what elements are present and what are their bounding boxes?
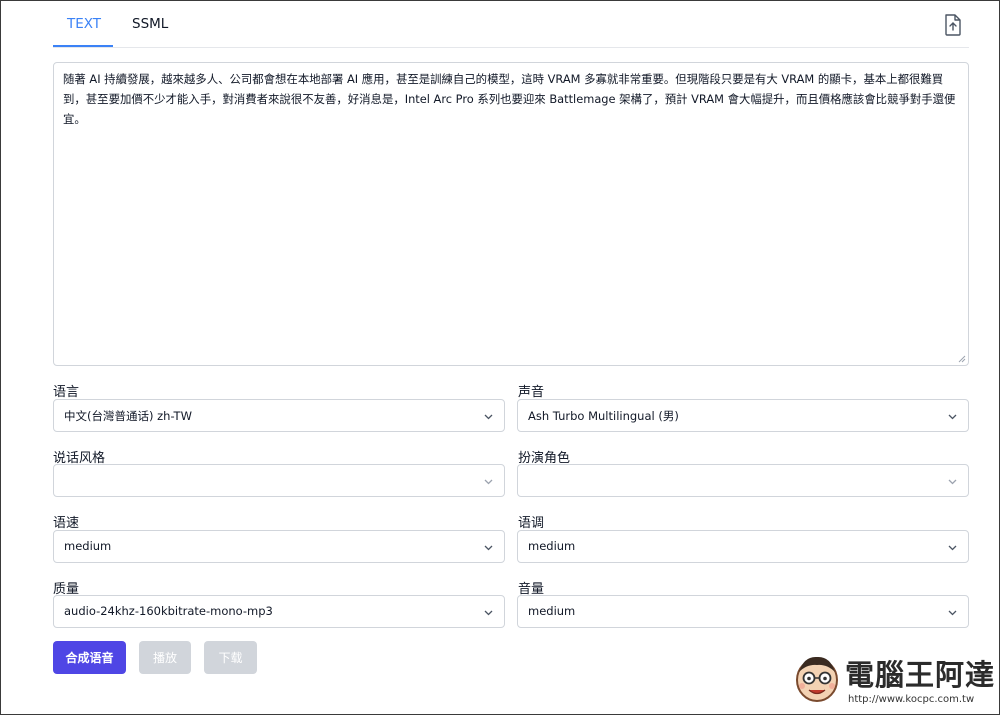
language-label: 语言 <box>53 385 80 400</box>
text-input-value: 随著 AI 持續發展，越來越多人、公司都會想在本地部署 AI 應用，甚至是訓練自… <box>63 72 956 126</box>
role-select[interactable] <box>517 464 969 497</box>
chevron-down-icon <box>484 610 493 616</box>
chevron-down-icon <box>484 414 493 420</box>
volume-select[interactable]: medium <box>517 595 969 628</box>
rate-value: medium <box>64 539 112 553</box>
voice-value: Ash Turbo Multilingual (男) <box>528 409 679 423</box>
text-input[interactable]: 随著 AI 持續發展，越來越多人、公司都會想在本地部署 AI 應用，甚至是訓練自… <box>53 62 969 366</box>
rate-select[interactable]: medium <box>53 530 505 563</box>
synthesize-button[interactable]: 合成语音 <box>53 641 126 674</box>
quality-select[interactable]: audio-24khz-160kbitrate-mono-mp3 <box>53 595 505 628</box>
quality-value: audio-24khz-160kbitrate-mono-mp3 <box>64 604 273 618</box>
chevron-down-icon <box>484 479 493 485</box>
voice-label: 声音 <box>518 385 545 400</box>
rate-label: 语速 <box>53 516 80 531</box>
active-tab-indicator <box>53 45 113 47</box>
pitch-value: medium <box>528 539 576 553</box>
volume-value: medium <box>528 604 576 618</box>
voice-select[interactable]: Ash Turbo Multilingual (男) <box>517 399 969 432</box>
watermark-url: http://www.kocpc.com.tw <box>848 694 975 705</box>
language-value: 中文(台灣普通话) zh-TW <box>64 409 192 423</box>
file-upload-icon[interactable] <box>944 14 962 36</box>
watermark-title: 電腦王阿達 <box>845 658 996 692</box>
tab-ssml[interactable]: SSML <box>132 16 168 32</box>
language-select[interactable]: 中文(台灣普通话) zh-TW <box>53 399 505 432</box>
mascot-logo-icon <box>796 656 838 702</box>
pitch-label: 语调 <box>518 516 545 531</box>
watermark: 電腦王阿達 http://www.kocpc.com.tw <box>788 648 996 712</box>
chevron-down-icon <box>948 610 957 616</box>
pitch-select[interactable]: medium <box>517 530 969 563</box>
play-button[interactable]: 播放 <box>139 641 191 674</box>
download-button[interactable]: 下载 <box>204 641 257 674</box>
style-select[interactable] <box>53 464 505 497</box>
chevron-down-icon <box>948 479 957 485</box>
tab-text[interactable]: TEXT <box>67 16 101 32</box>
tab-bar: TEXT SSML <box>53 0 969 48</box>
chevron-down-icon <box>948 414 957 420</box>
resize-handle-icon[interactable] <box>958 355 966 363</box>
chevron-down-icon <box>948 545 957 551</box>
chevron-down-icon <box>484 545 493 551</box>
